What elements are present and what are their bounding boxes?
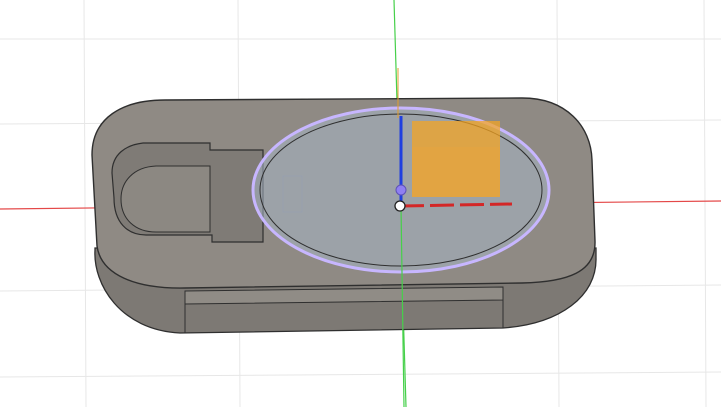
slot-cutout: [120, 165, 211, 233]
viewport-canvas[interactable]: [0, 0, 721, 407]
selected-face-shadow: [412, 147, 500, 197]
sketch-point-icon[interactable]: [395, 184, 407, 196]
3d-viewport[interactable]: [0, 0, 721, 407]
origin-point-icon[interactable]: [394, 200, 406, 212]
